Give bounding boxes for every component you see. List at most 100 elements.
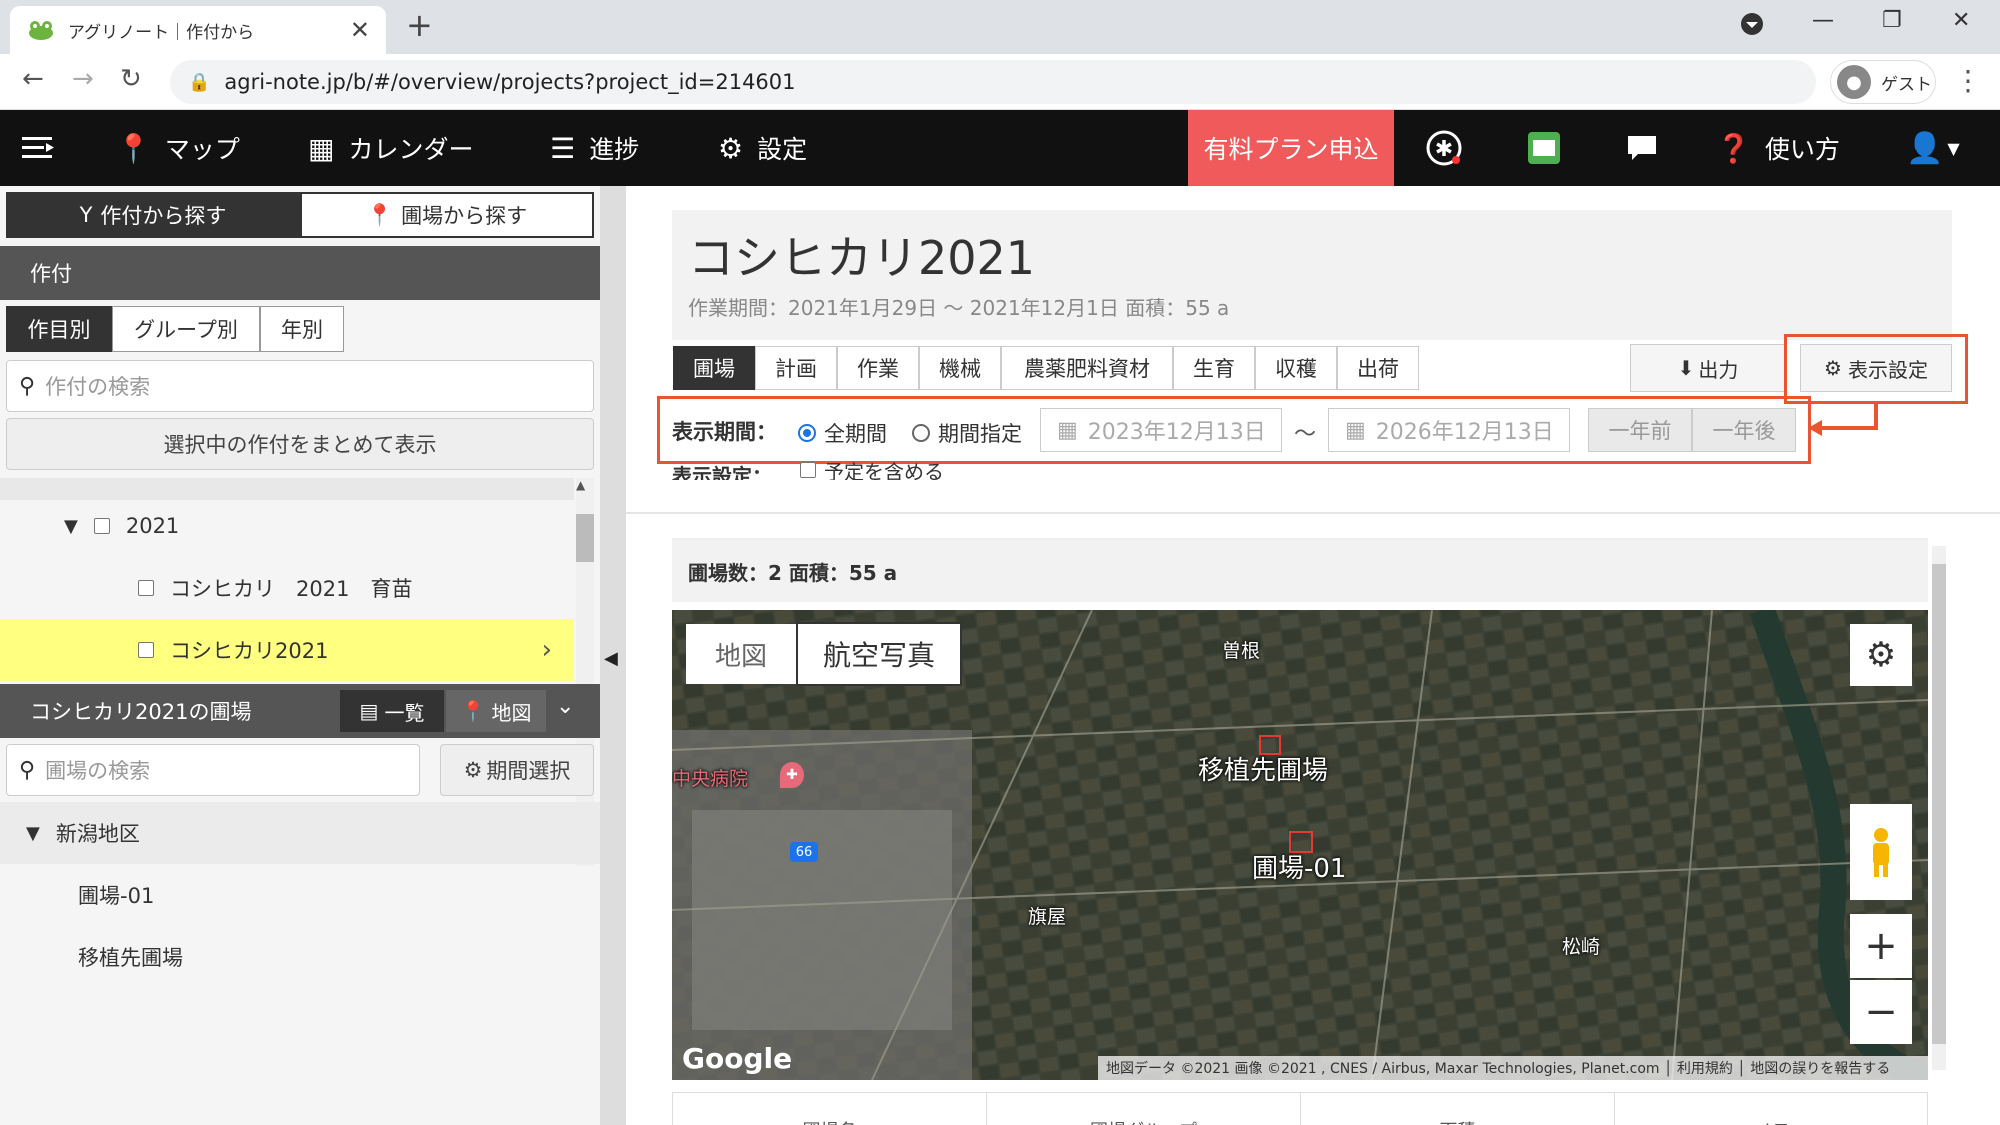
date-from-input[interactable]: ▦ 2023年12月13日 <box>1040 408 1282 452</box>
nav-map[interactable]: 📍 マップ <box>116 110 240 186</box>
zoom-out-button[interactable]: − <box>1850 980 1912 1044</box>
period-select-label: 期間選択 <box>486 759 571 783</box>
year-checkbox[interactable] <box>93 518 110 534</box>
tab-harvest[interactable]: 収穫 <box>1255 346 1337 390</box>
guest-profile-button[interactable]: ● ゲスト <box>1830 60 1936 104</box>
map-scroll-thumb[interactable] <box>1932 564 1946 1044</box>
tab-machine[interactable]: 機械 <box>919 346 1001 390</box>
browser-tab[interactable]: アグリノート｜作付から ✕ <box>10 6 386 54</box>
chevron-right-icon[interactable]: › <box>542 635 552 665</box>
col-memo[interactable]: メモ <box>1615 1093 1927 1125</box>
period-select-button[interactable]: ⚙ 期間選択 <box>440 744 594 796</box>
zoom-in-button[interactable]: + <box>1850 914 1912 978</box>
map-settings-gear-icon[interactable]: ⚙ <box>1850 624 1912 686</box>
map-attribution[interactable]: 地図データ ©2021 画像 ©2021 , CNES / Airbus, Ma… <box>1098 1056 1928 1080</box>
map-label-iuesaki-field[interactable]: 移植先圃場 <box>1198 750 1328 787</box>
next-year-button[interactable]: 一年後 <box>1692 408 1796 452</box>
tab-close-icon[interactable]: ✕ <box>350 16 370 44</box>
list-icon: ☰ <box>550 131 576 165</box>
tab-growth[interactable]: 生育 <box>1173 346 1255 390</box>
tab-search-icon[interactable] <box>1740 12 1764 42</box>
include-plans-checkbox[interactable]: 予定を含める <box>800 460 944 480</box>
radio-all-icon[interactable] <box>798 424 816 442</box>
view-map-button[interactable]: 📍 地図 <box>446 690 546 732</box>
radio-custom-period[interactable]: 期間指定 <box>912 418 1022 448</box>
aerial-map[interactable]: 地図 航空写真 ⚙ + − 曽根 移植先圃場 圃場-01 旗屋 松崎 中央病院 … <box>672 610 1928 1080</box>
collapse-chevron-icon[interactable]: ⌄ <box>556 694 574 719</box>
guest-label: ゲスト <box>1881 74 1932 95</box>
tab-plan[interactable]: 計画 <box>755 346 837 390</box>
map-scrollbar[interactable] <box>1932 546 1946 1070</box>
restore-icon[interactable]: ❐ <box>1882 8 1902 33</box>
crop-search-input[interactable]: ⚲ 作付の検索 <box>6 360 594 412</box>
prev-year-button[interactable]: 一年前 <box>1588 408 1692 452</box>
include-plans-box[interactable] <box>800 462 816 478</box>
tab-fields[interactable]: 圃場 <box>673 346 755 390</box>
collapse-left-icon[interactable]: ◀ <box>604 648 618 669</box>
expand-triangle-icon[interactable]: ▼ <box>64 516 78 537</box>
back-icon[interactable]: ← <box>22 64 44 94</box>
hospital-marker-icon[interactable]: ✚ <box>780 762 804 788</box>
nav-calendar[interactable]: ▦ カレンダー <box>308 110 473 186</box>
scroll-up-icon[interactable]: ▲ <box>576 478 585 492</box>
radio-custom-icon[interactable] <box>912 424 930 442</box>
tab-by-year[interactable]: 年別 <box>260 306 344 352</box>
minimize-icon[interactable]: — <box>1812 8 1834 33</box>
nav-settings-label: 設定 <box>757 135 808 164</box>
field-row[interactable]: 移植先圃場 <box>0 926 600 988</box>
tab-shipping[interactable]: 出荷 <box>1337 346 1419 390</box>
expand-triangle-icon[interactable]: ▼ <box>26 823 40 844</box>
col-field-name[interactable]: 圃場名 <box>673 1093 987 1125</box>
map-label-hataya: 旗屋 <box>1028 906 1067 928</box>
tab-by-group[interactable]: グループ別 <box>112 306 260 352</box>
map-type-map[interactable]: 地図 <box>686 624 796 684</box>
tree-crop-row[interactable]: コシヒカリ 2021 育苗 <box>0 557 574 619</box>
search-by-crop-button[interactable]: Y 作付から探す <box>6 192 300 238</box>
asterisk-circle-icon[interactable]: ✱ <box>1424 128 1464 168</box>
export-button[interactable]: ⬇ 出力 <box>1630 344 1786 392</box>
field-search-input[interactable]: ⚲ 圃場の検索 <box>6 744 420 796</box>
map-label-hospital[interactable]: 中央病院 <box>672 764 748 791</box>
street-view-pegman-icon[interactable] <box>1850 804 1912 900</box>
tab-materials[interactable]: 農薬肥料資材 <box>1001 346 1173 390</box>
panel-splitter[interactable]: ◀ <box>600 186 626 1125</box>
tab-work[interactable]: 作業 <box>837 346 919 390</box>
new-tab-button[interactable]: + <box>406 6 433 44</box>
nav-help[interactable]: ❓ 使い方 <box>1716 110 1840 186</box>
region-row[interactable]: ▼ 新潟地区 <box>0 802 600 864</box>
nav-progress[interactable]: ☰ 進捗 <box>550 110 639 186</box>
show-selected-crops-button[interactable]: 選択中の作付をまとめて表示 <box>6 418 594 470</box>
radio-all-period[interactable]: 全期間 <box>798 418 887 448</box>
field-table-header: 圃場名 圃場グループ 面積 メモ <box>672 1092 1928 1125</box>
tree-year-row[interactable]: ▼ 2021 <box>0 495 574 557</box>
scroll-thumb[interactable] <box>576 514 594 562</box>
reload-icon[interactable]: ↻ <box>120 64 142 94</box>
tree-crop-row-selected[interactable]: コシヒカリ2021 › <box>0 619 574 681</box>
forward-icon[interactable]: → <box>72 64 94 94</box>
paid-plan-button[interactable]: 有料プラン申込 <box>1188 110 1394 186</box>
field-row[interactable]: 圃場-01 <box>0 864 600 926</box>
url-input[interactable]: 🔒 agri-note.jp/b/#/overview/projects?pro… <box>170 60 1816 104</box>
crop-checkbox[interactable] <box>138 642 154 658</box>
nav-settings[interactable]: ⚙ 設定 <box>718 110 807 186</box>
search-by-field-button[interactable]: 📍 圃場から探す <box>300 192 594 238</box>
crop-checkbox[interactable] <box>138 580 154 596</box>
address-bar: ← → ↻ 🔒 agri-note.jp/b/#/overview/projec… <box>0 54 2000 110</box>
agri-book-icon[interactable] <box>1524 128 1564 168</box>
user-menu[interactable]: 👤 ▼ <box>1906 110 1960 186</box>
tab-by-crop[interactable]: 作目別 <box>6 306 112 352</box>
menu-toggle-icon[interactable] <box>22 110 56 186</box>
col-area[interactable]: 面積 <box>1301 1093 1615 1125</box>
map-label-field01[interactable]: 圃場-01 <box>1252 848 1346 885</box>
gear-icon: ⚙ <box>463 758 483 782</box>
download-icon: ⬇ <box>1677 356 1695 380</box>
view-list-button[interactable]: ▤ 一覧 <box>340 690 444 732</box>
nav-map-label: マップ <box>164 135 240 164</box>
browser-menu-icon[interactable]: ⋮ <box>1954 64 1982 97</box>
notification-icon[interactable] <box>1622 128 1662 168</box>
window-close-icon[interactable]: ✕ <box>1952 8 1970 33</box>
col-field-group[interactable]: 圃場グループ <box>987 1093 1301 1125</box>
date-to-input[interactable]: ▦ 2026年12月13日 <box>1328 408 1570 452</box>
map-type-aerial[interactable]: 航空写真 <box>796 622 962 686</box>
tree-year-label: 2021 <box>125 514 180 538</box>
